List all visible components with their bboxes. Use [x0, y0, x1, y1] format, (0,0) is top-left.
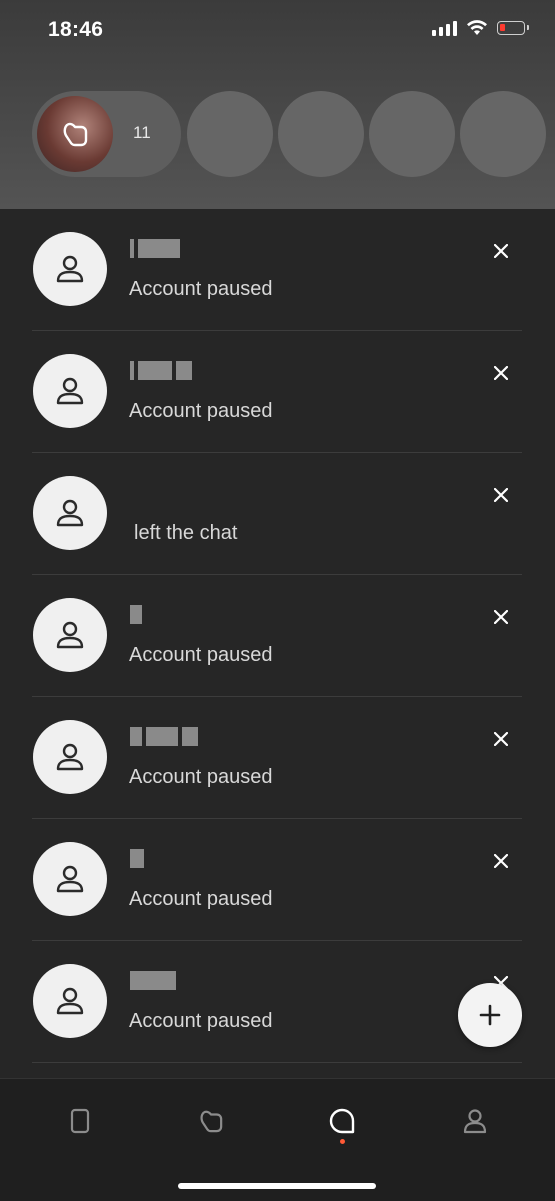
active-indicator — [340, 1139, 345, 1144]
chat-status: Account paused — [129, 766, 273, 788]
battery-icon — [497, 21, 529, 35]
chat-row[interactable]: Account paused — [0, 575, 555, 697]
nav-chats[interactable] — [322, 1101, 362, 1141]
matches-row: 11 — [32, 91, 555, 177]
redacted-name — [130, 849, 144, 868]
remove-chat-button[interactable] — [490, 850, 512, 872]
phone-card-icon — [70, 1108, 90, 1134]
chat-status: Account paused — [129, 888, 273, 910]
remove-chat-button[interactable] — [490, 484, 512, 506]
chat-avatar — [33, 964, 107, 1038]
chat-avatar — [33, 598, 107, 672]
nav-profile[interactable] — [455, 1101, 495, 1141]
person-icon — [56, 255, 84, 283]
plus-icon — [479, 1004, 501, 1026]
match-avatar[interactable] — [187, 91, 273, 177]
divider — [32, 1062, 522, 1063]
remove-chat-button[interactable] — [490, 606, 512, 628]
chat-avatar — [33, 842, 107, 916]
nav-likes[interactable] — [191, 1101, 231, 1141]
status-icons — [432, 20, 529, 36]
heart-outline-icon — [200, 1110, 223, 1133]
likes-avatar — [37, 96, 113, 172]
chat-status: Account paused — [129, 644, 273, 666]
chat-avatar — [33, 354, 107, 428]
cellular-signal-icon — [432, 20, 457, 36]
close-icon — [494, 732, 508, 746]
chat-bubble-icon — [329, 1108, 355, 1134]
person-icon — [56, 865, 84, 893]
close-icon — [494, 244, 508, 258]
likes-button[interactable]: 11 — [32, 91, 181, 177]
close-icon — [494, 366, 508, 380]
chat-row[interactable]: Account paused — [0, 209, 555, 331]
chat-avatar — [33, 476, 107, 550]
chat-status: Account paused — [129, 1010, 273, 1032]
battery-level — [500, 24, 505, 31]
chat-row[interactable]: Account paused — [0, 697, 555, 819]
match-avatar[interactable] — [369, 91, 455, 177]
top-header: 18:46 11 — [0, 0, 555, 209]
chat-avatar — [33, 720, 107, 794]
close-icon — [494, 610, 508, 624]
chat-status: left the chat — [134, 522, 238, 544]
new-chat-button[interactable] — [458, 983, 522, 1047]
match-avatar[interactable] — [278, 91, 364, 177]
redacted-name — [130, 239, 180, 258]
remove-chat-button[interactable] — [490, 240, 512, 262]
close-icon — [494, 488, 508, 502]
redacted-name — [130, 361, 192, 380]
remove-chat-button[interactable] — [490, 728, 512, 750]
person-icon — [56, 621, 84, 649]
person-icon — [56, 377, 84, 405]
home-indicator — [178, 1183, 376, 1189]
person-icon — [56, 499, 84, 527]
nav-discover[interactable] — [60, 1101, 100, 1141]
match-avatar[interactable] — [460, 91, 546, 177]
person-icon — [56, 987, 84, 1015]
redacted-name — [130, 605, 142, 624]
chat-avatar — [33, 232, 107, 306]
likes-count: 11 — [133, 123, 151, 142]
chat-list: Account paused Account paused left the c… — [0, 209, 555, 1063]
chat-row[interactable]: Account paused — [0, 819, 555, 941]
chat-status: Account paused — [129, 278, 273, 300]
status-bar: 18:46 — [0, 0, 555, 60]
chat-status: Account paused — [129, 400, 273, 422]
status-time: 18:46 — [48, 18, 104, 41]
redacted-name — [130, 971, 176, 990]
redacted-name — [130, 727, 198, 746]
wifi-icon — [467, 20, 487, 35]
remove-chat-button[interactable] — [490, 362, 512, 384]
close-icon — [494, 854, 508, 868]
person-icon — [56, 743, 84, 771]
profile-icon — [463, 1109, 487, 1134]
chat-row[interactable]: left the chat — [0, 453, 555, 575]
heart-outline-icon — [63, 122, 88, 147]
chat-row[interactable]: Account paused — [0, 331, 555, 453]
